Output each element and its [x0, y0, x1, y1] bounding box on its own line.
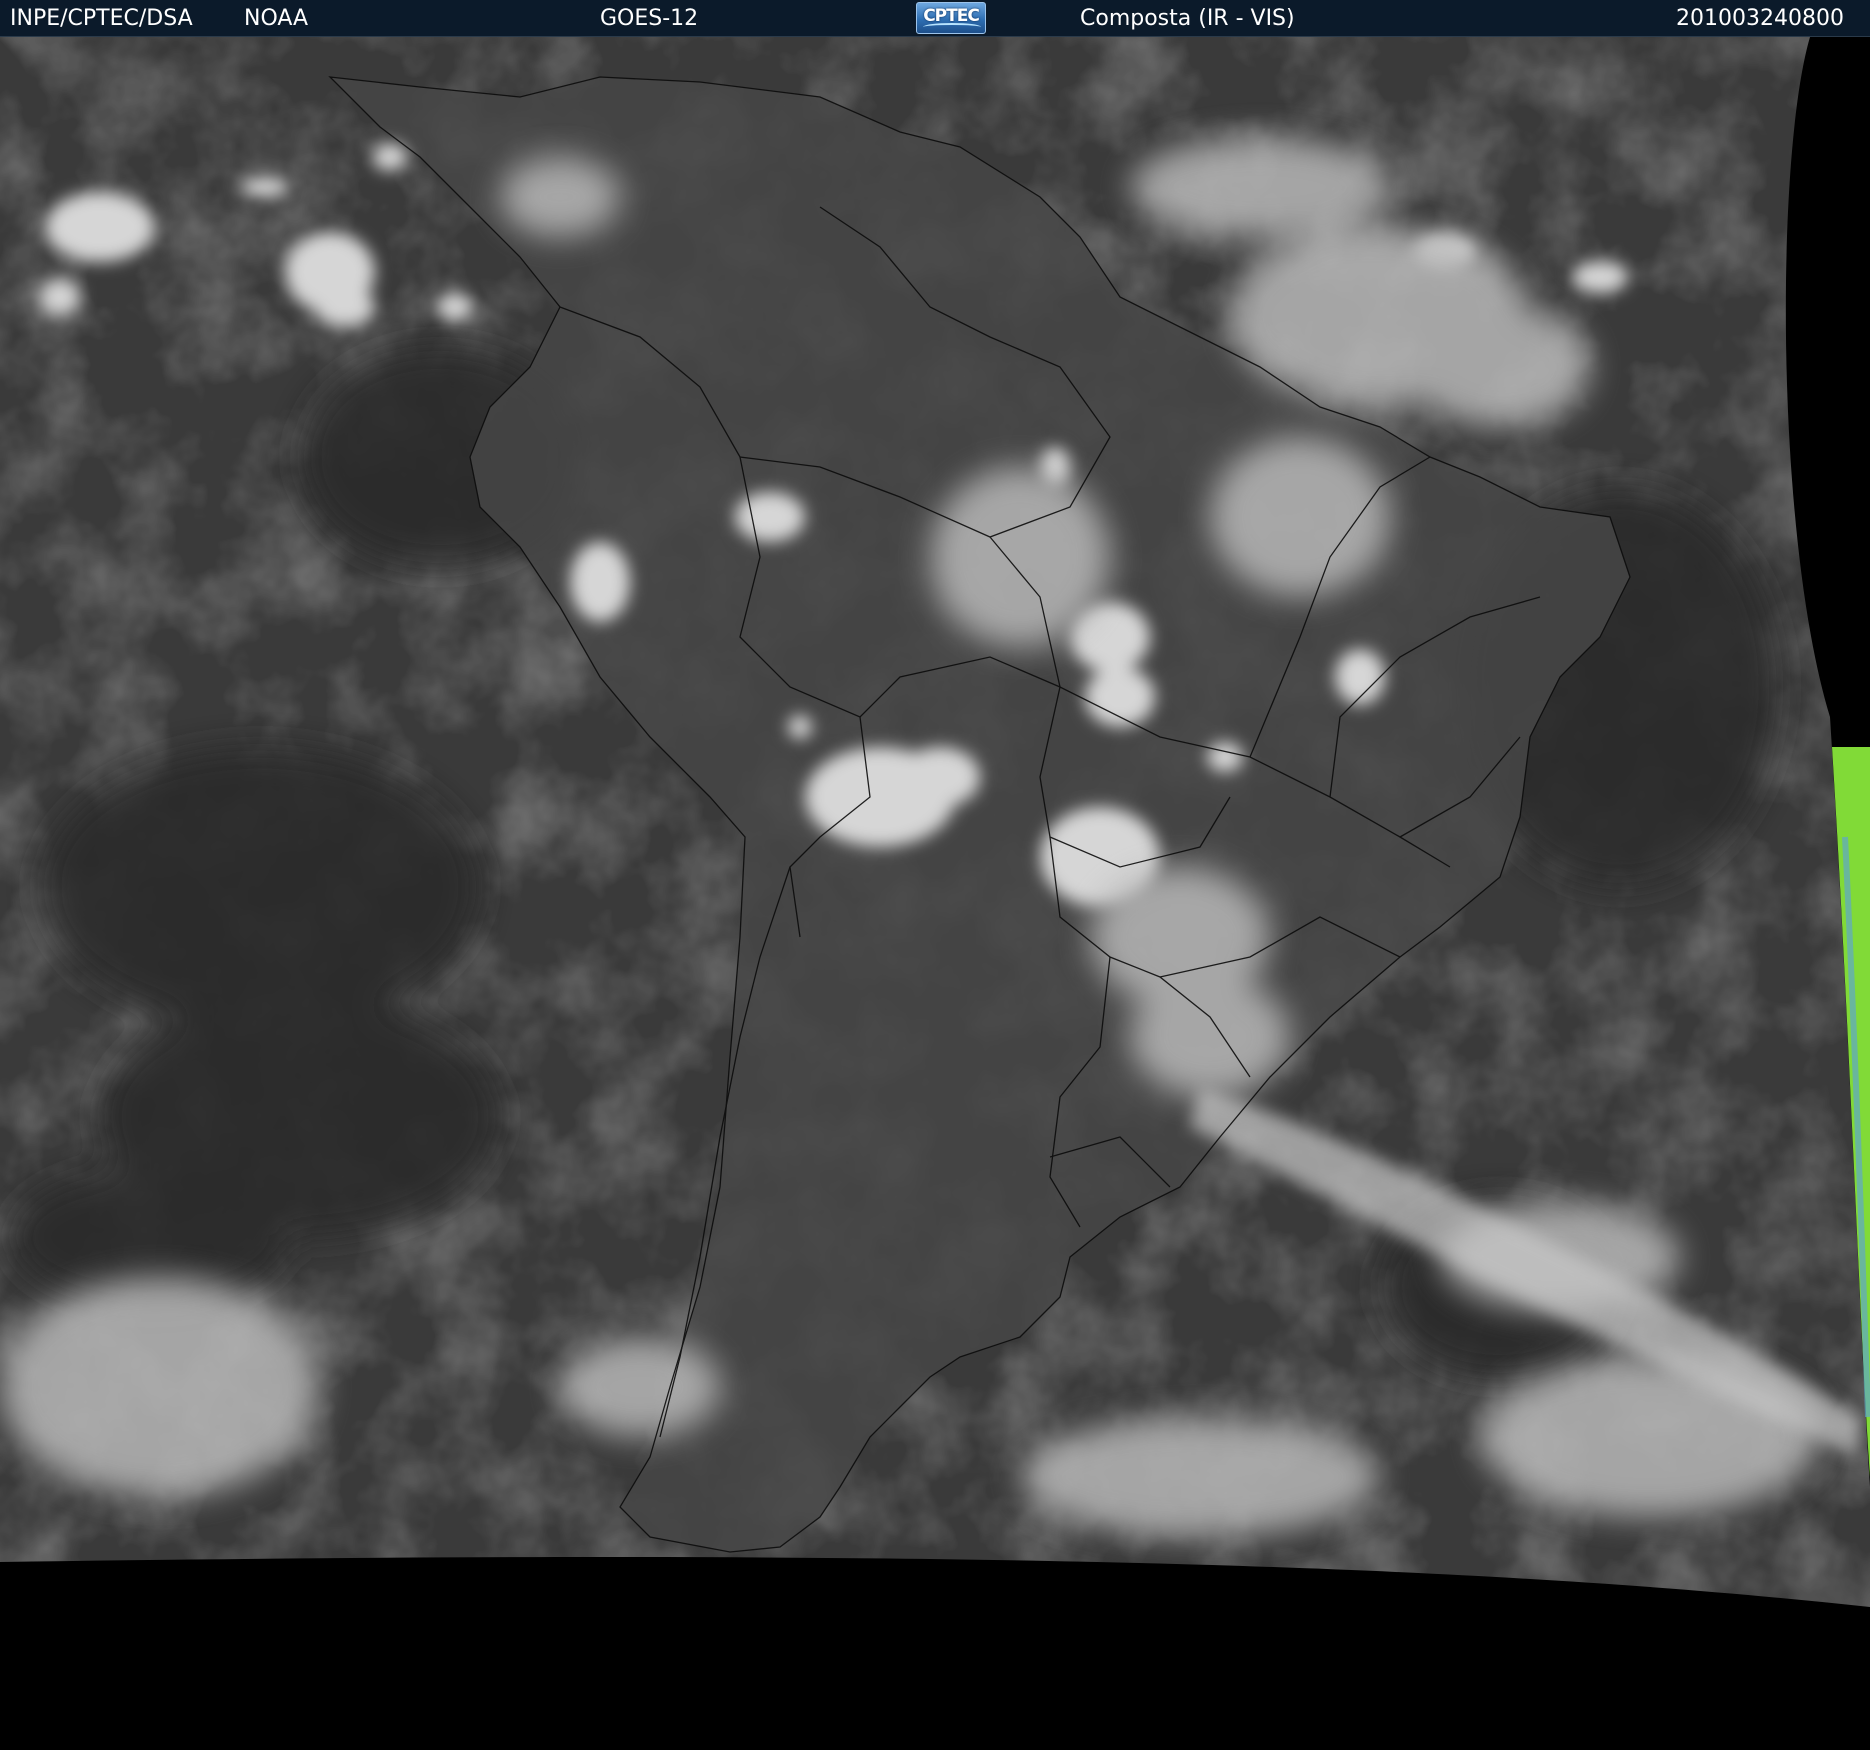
cptec-logo: CPTEC — [916, 2, 986, 34]
satellite-image — [0, 37, 1870, 1750]
agency-label: NOAA — [244, 6, 309, 31]
earth-disk — [0, 37, 1870, 1607]
timestamp-label: 201003240800 — [1676, 6, 1844, 31]
source-label: INPE/CPTEC/DSA — [10, 6, 193, 31]
satellite-label: GOES-12 — [600, 6, 699, 31]
image-header-bar: INPE/CPTEC/DSA NOAA GOES-12 CPTEC Compos… — [0, 0, 1870, 37]
satellite-image-svg — [0, 37, 1870, 1750]
logo-swoosh-icon — [923, 23, 981, 31]
product-label: Composta (IR - VIS) — [1080, 6, 1295, 31]
